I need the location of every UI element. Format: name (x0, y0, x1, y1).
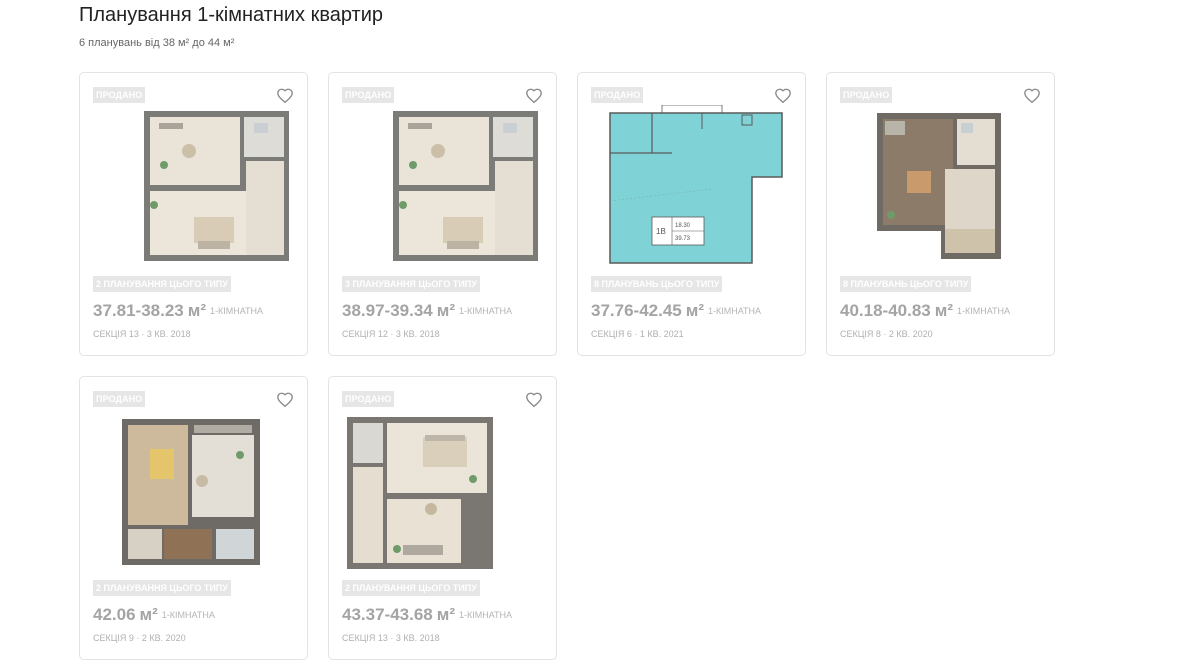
sold-badge: ПРОДАНО (342, 391, 395, 407)
area-line: 40.18-40.83 м² 1-КІМНАТНА (840, 301, 1010, 322)
floor-plan-image: 1В 18.30 39.73 (592, 105, 792, 269)
area-line: 43.37-43.68 м² 1-КІМНАТНА (342, 605, 512, 626)
plan-card[interactable]: ПРОДАНО 8 ПЛАНУВАНЬ ЦЬОГО ТИПУ 40.18-40.… (826, 72, 1055, 356)
heart-outline-icon[interactable] (774, 87, 792, 105)
section-quarter: СЕКЦІЯ 8 · 2 КВ. 2020 (840, 329, 933, 339)
sold-badge: ПРОДАНО (93, 87, 146, 103)
area-value: 42.06 (93, 605, 136, 624)
area-line: 37.81-38.23 м² 1-КІМНАТНА (93, 301, 263, 322)
page-subtitle: 6 планувань від 38 м² до 44 м² (79, 37, 235, 49)
area-unit: м² (139, 605, 158, 624)
floor-plan-image (343, 105, 543, 269)
sold-badge: ПРОДАНО (93, 391, 146, 407)
plan-card[interactable]: ПРОДАНО 2 ПЛАНУВАННЯ ЦЬОГО ТИПУ 43.37-43… (328, 376, 557, 660)
area-value: 38.97-39.34 (342, 301, 433, 320)
sold-badge: ПРОДАНО (840, 87, 893, 103)
area-line: 42.06 м² 1-КІМНАТНА (93, 605, 215, 626)
room-count: 1-КІМНАТНА (708, 306, 762, 316)
area-value: 37.76-42.45 (591, 301, 682, 320)
plan-types-badge: 3 ПЛАНУВАННЯ ЦЬОГО ТИПУ (342, 276, 480, 292)
room-count: 1-КІМНАТНА (161, 610, 215, 620)
floor-plan-image (343, 409, 543, 573)
plan-types-badge: 2 ПЛАНУВАННЯ ЦЬОГО ТИПУ (93, 276, 231, 292)
area-unit: м² (685, 301, 704, 320)
room-count: 1-КІМНАТНА (459, 306, 513, 316)
plan-types-badge: 2 ПЛАНУВАННЯ ЦЬОГО ТИПУ (93, 580, 231, 596)
plans-grid: ПРОДАНО 2 ПЛАНУВАННЯ ЦЬОГО ТИПУ 37.81-38… (79, 72, 1055, 660)
plan-types-badge: 8 ПЛАНУВАНЬ ЦЬОГО ТИПУ (591, 276, 723, 292)
floor-plan-image (94, 105, 294, 269)
area-value: 37.81-38.23 (93, 301, 184, 320)
heart-outline-icon[interactable] (525, 87, 543, 105)
heart-outline-icon[interactable] (1023, 87, 1041, 105)
plan-card[interactable]: ПРОДАНО 3 ПЛАНУВАННЯ ЦЬОГО ТИПУ 38.97-39… (328, 72, 557, 356)
area-value: 43.37-43.68 (342, 605, 433, 624)
section-quarter: СЕКЦІЯ 13 · 3 КВ. 2018 (93, 329, 191, 339)
sold-badge: ПРОДАНО (591, 87, 644, 103)
page-title: Планування 1-кімнатних квартир (79, 4, 384, 26)
plan-area-total: 18.30 (675, 223, 691, 229)
room-count: 1-КІМНАТНА (459, 610, 513, 620)
section-quarter: СЕКЦІЯ 12 · 3 КВ. 2018 (342, 329, 440, 339)
floor-plan-image (841, 105, 1041, 269)
area-unit: м² (436, 301, 455, 320)
area-line: 38.97-39.34 м² 1-КІМНАТНА (342, 301, 512, 322)
room-count: 1-КІМНАТНА (210, 306, 264, 316)
area-value: 40.18-40.83 (840, 301, 931, 320)
plan-card[interactable]: ПРОДАНО 1В 18.30 39.73 8 ПЛАНУВАНЬ ЦЬОГО… (577, 72, 806, 356)
heart-outline-icon[interactable] (276, 391, 294, 409)
area-unit: м² (187, 301, 206, 320)
section-quarter: СЕКЦІЯ 13 · 3 КВ. 2018 (342, 633, 440, 643)
room-count: 1-КІМНАТНА (957, 306, 1011, 316)
floor-plan-image (94, 409, 294, 573)
plan-area-living: 39.73 (675, 236, 691, 242)
area-unit: м² (934, 301, 953, 320)
sold-badge: ПРОДАНО (342, 87, 395, 103)
plan-types-badge: 8 ПЛАНУВАНЬ ЦЬОГО ТИПУ (840, 276, 972, 292)
heart-outline-icon[interactable] (525, 391, 543, 409)
plan-card[interactable]: ПРОДАНО 2 ПЛАНУВАННЯ ЦЬОГО ТИПУ 42.06 м² 1… (79, 376, 308, 660)
plan-room-label: 1В (656, 227, 666, 236)
plan-card[interactable]: ПРОДАНО 2 ПЛАНУВАННЯ ЦЬОГО ТИПУ 37.81-38… (79, 72, 308, 356)
heart-outline-icon[interactable] (276, 87, 294, 105)
section-quarter: СЕКЦІЯ 9 · 2 КВ. 2020 (93, 633, 186, 643)
plan-types-badge: 2 ПЛАНУВАННЯ ЦЬОГО ТИПУ (342, 580, 480, 596)
area-line: 37.76-42.45 м² 1-КІМНАТНА (591, 301, 761, 322)
area-unit: м² (436, 605, 455, 624)
section-quarter: СЕКЦІЯ 6 · 1 КВ. 2021 (591, 329, 684, 339)
